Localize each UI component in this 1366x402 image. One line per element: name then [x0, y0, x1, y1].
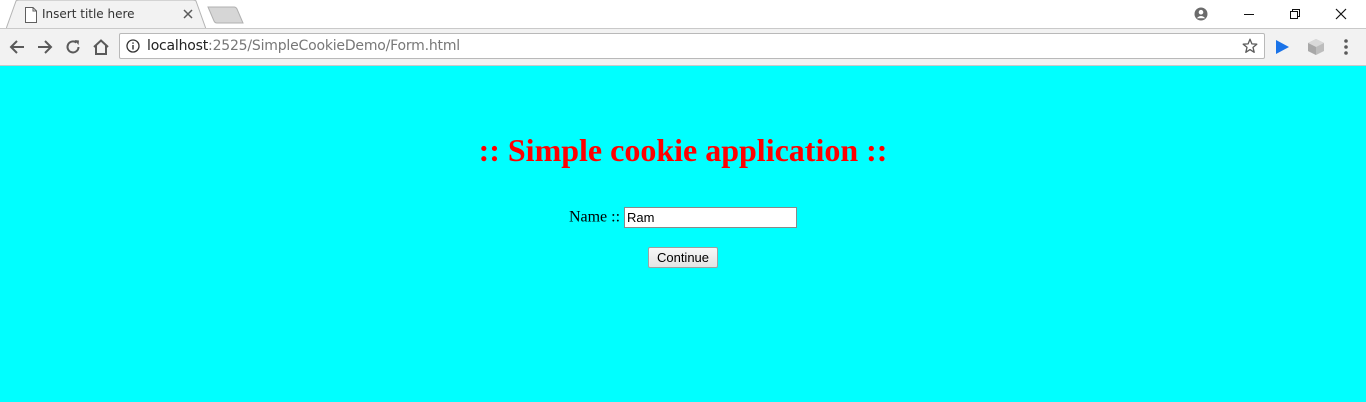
- profile-icon[interactable]: [1178, 0, 1224, 28]
- minimize-icon[interactable]: [1226, 0, 1272, 28]
- browser-toolbar: localhost:2525/SimpleCookieDemo/Form.htm…: [0, 29, 1366, 66]
- url-text: localhost:2525/SimpleCookieDemo/Form.htm…: [147, 38, 460, 54]
- reload-icon[interactable]: [62, 36, 84, 58]
- name-label: Name ::: [568, 208, 621, 226]
- file-icon: [25, 7, 37, 23]
- info-icon[interactable]: [126, 39, 140, 53]
- window-close-icon[interactable]: [1318, 0, 1364, 28]
- back-arrow-icon[interactable]: [6, 36, 28, 58]
- page-content: :: Simple cookie application :: Name :: …: [0, 66, 1366, 402]
- close-icon[interactable]: [182, 8, 194, 20]
- url-path: :2525/SimpleCookieDemo/Form.html: [208, 38, 460, 54]
- name-input[interactable]: [624, 207, 798, 228]
- extension-icon[interactable]: [1306, 38, 1326, 56]
- menu-icon[interactable]: [1340, 38, 1352, 56]
- forward-arrow-icon[interactable]: [34, 36, 56, 58]
- page-title: :: Simple cookie application ::: [478, 132, 888, 168]
- star-icon[interactable]: [1242, 38, 1258, 54]
- tab-title: Insert title here: [42, 7, 135, 21]
- play-extension-icon[interactable]: [1274, 39, 1290, 55]
- restore-icon[interactable]: [1272, 0, 1318, 28]
- url-host: localhost: [147, 38, 209, 54]
- address-bar[interactable]: localhost:2525/SimpleCookieDemo/Form.htm…: [119, 33, 1265, 59]
- continue-button[interactable]: Continue: [648, 247, 718, 268]
- browser-tab[interactable]: Insert title here: [6, 0, 206, 29]
- browser-title-bar: Insert title here: [0, 0, 1366, 29]
- home-icon[interactable]: [90, 36, 112, 58]
- new-tab-icon[interactable]: [207, 6, 245, 24]
- name-form-row: Name ::: [0, 207, 1366, 231]
